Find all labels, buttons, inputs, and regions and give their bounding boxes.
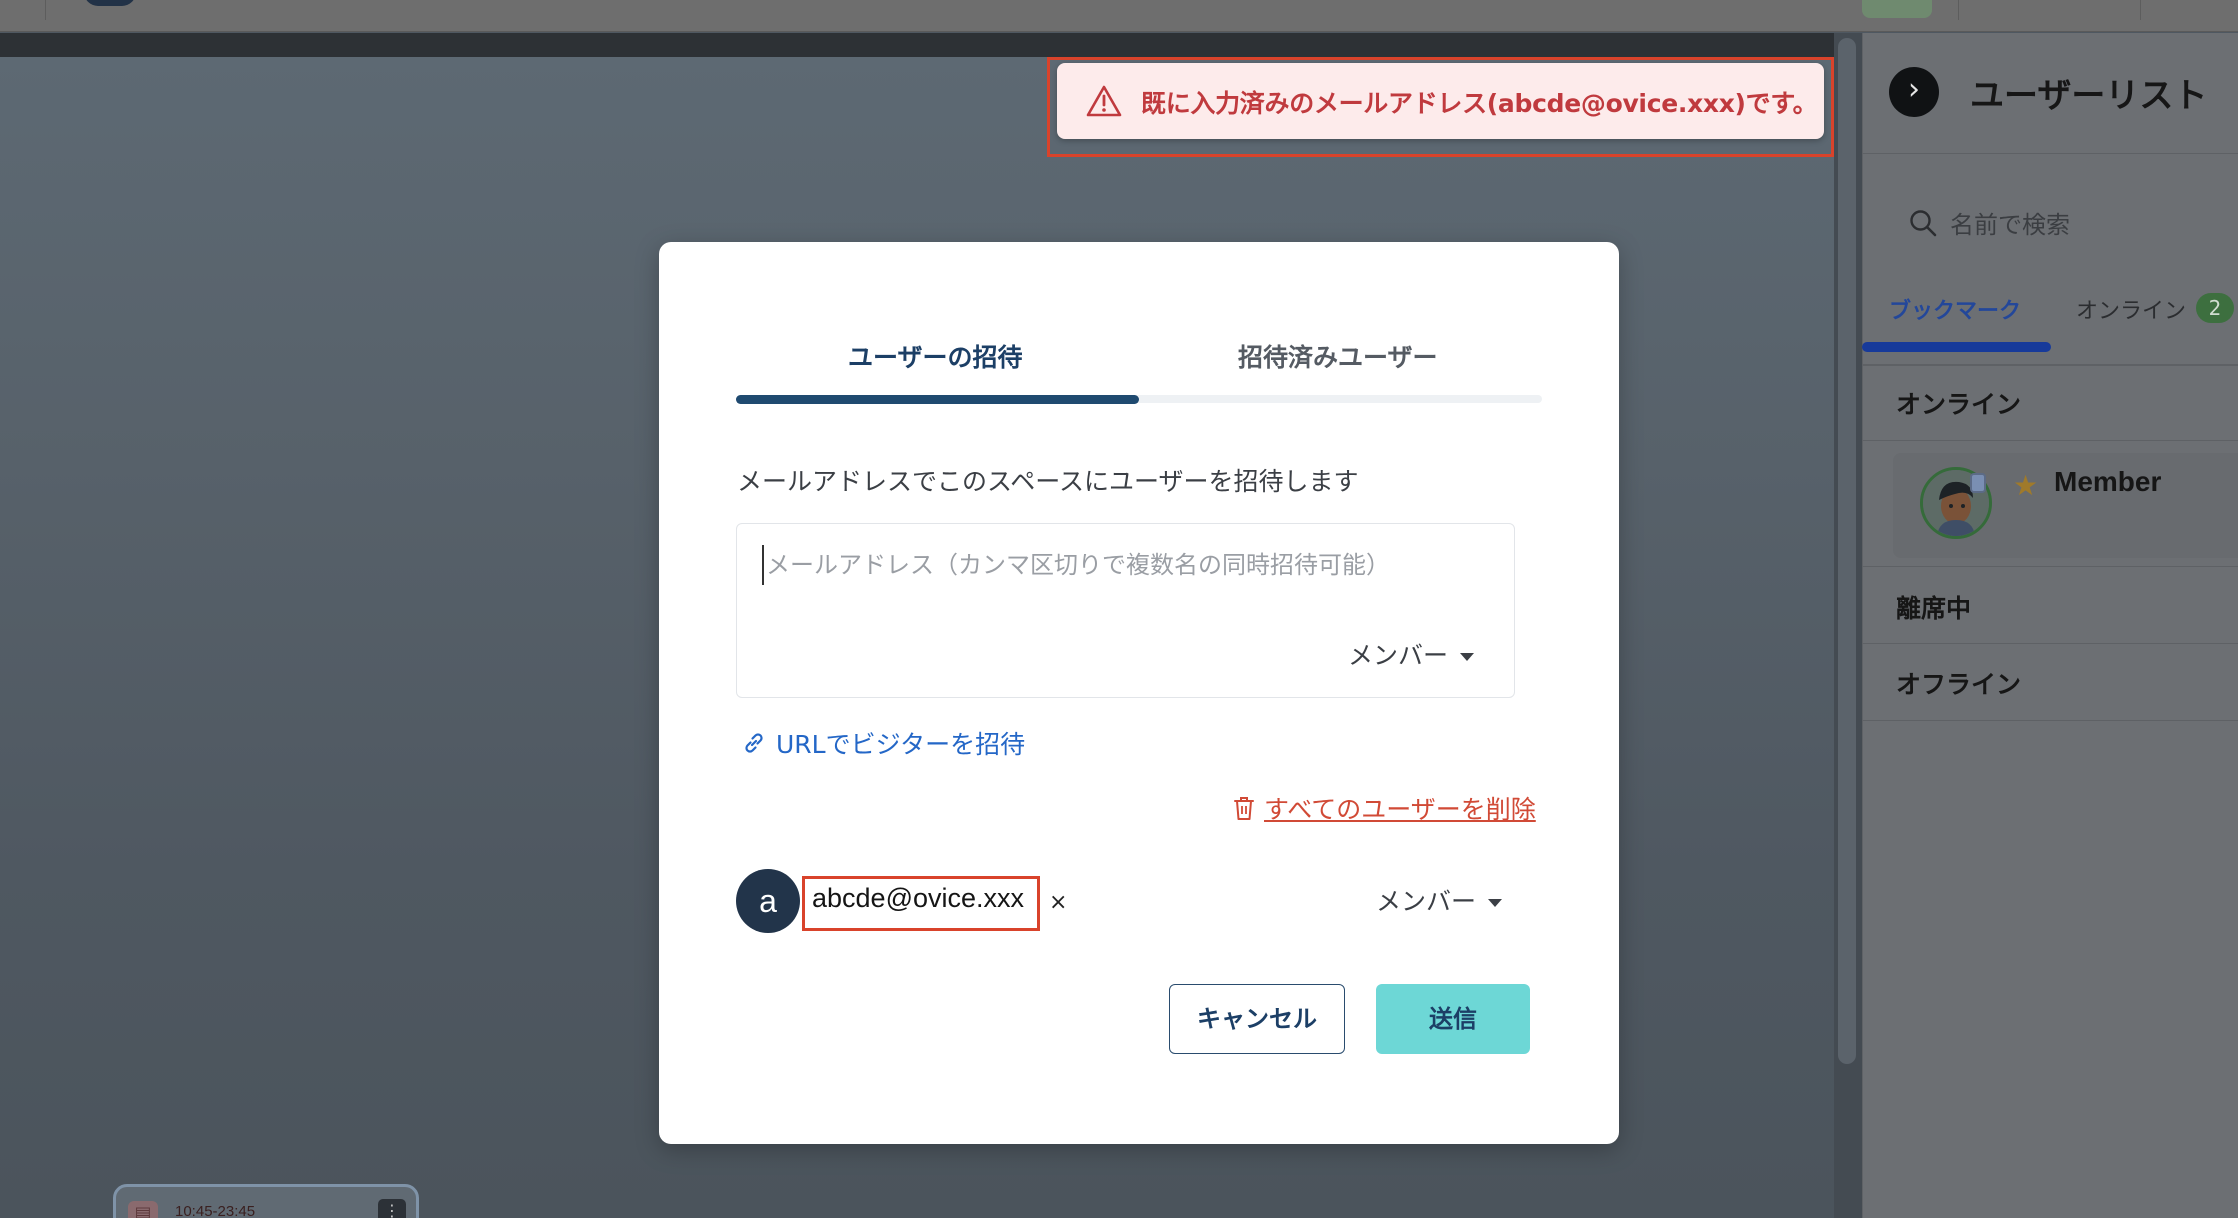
error-toast: 既に入力済みのメールアドレス(abcde@ovice.xxx)です。 <box>1057 63 1824 139</box>
space-header-strip <box>0 33 1834 57</box>
toast-message: 既に入力済みのメールアドレス(abcde@ovice.xxx)です。 <box>1141 89 1818 118</box>
star-icon[interactable]: ★ <box>2013 469 2038 502</box>
caret-down-icon <box>1460 653 1475 661</box>
panel-title: ユーザーリスト <box>1970 76 2208 116</box>
user-search-input[interactable] <box>1950 205 2220 245</box>
caret-down-icon <box>1488 899 1503 907</box>
section-away[interactable]: 離席中 <box>1896 589 1971 625</box>
search-icon <box>1910 210 1937 237</box>
close-icon[interactable]: × <box>1049 890 1067 915</box>
tab-invite-users[interactable]: ユーザーの招待 <box>848 338 1023 374</box>
collapse-panel-button[interactable]: › <box>1889 67 1939 117</box>
schedule-menu-button[interactable]: ⋮ <box>378 1199 406 1218</box>
role-select-value: メンバー <box>1348 641 1449 670</box>
schedule-time: 10:45-23:45 <box>175 1203 256 1218</box>
warning-icon <box>1086 85 1122 117</box>
tab-bookmark[interactable]: ブックマーク <box>1889 293 2021 325</box>
delete-all-users-link[interactable]: すべてのユーザーを削除 <box>1264 790 1536 826</box>
divider <box>1862 364 2238 366</box>
section-online[interactable]: オンライン <box>1896 385 2021 421</box>
divider <box>1862 566 2238 567</box>
toolbar-divider <box>45 0 46 20</box>
email-field[interactable] <box>762 545 1492 585</box>
divider <box>1862 643 2238 644</box>
section-offline[interactable]: オフライン <box>1896 665 2021 701</box>
top-toolbar <box>0 0 2238 32</box>
divider <box>1862 440 2238 441</box>
role-select[interactable]: メンバー <box>1348 636 1475 672</box>
active-tab-indicator <box>736 395 1139 404</box>
invitee-email: abcde@ovice.xxx <box>812 883 1025 913</box>
active-tab-indicator <box>1862 342 2051 352</box>
toolbar-divider <box>2140 0 2141 20</box>
device-icon <box>1970 473 1986 493</box>
tab-online[interactable]: オンライン <box>2076 293 2186 325</box>
canvas-scrollbar-thumb[interactable] <box>1838 38 1856 1064</box>
divider <box>1862 720 2238 721</box>
online-count-badge: 2 <box>2196 293 2234 323</box>
toolbar-status-button[interactable] <box>1862 0 1932 18</box>
app-logo[interactable] <box>84 0 136 6</box>
invite-visitor-url-link[interactable]: URLでビジターを招待 <box>776 725 1025 761</box>
cancel-button[interactable]: キャンセル <box>1169 984 1345 1054</box>
role-select-value: メンバー <box>1376 887 1477 916</box>
invite-description: メールアドレスでこのスペースにユーザーを招待します <box>737 467 1359 496</box>
submit-button[interactable]: 送信 <box>1376 984 1530 1054</box>
avatar: a <box>736 869 800 933</box>
invitee-role-select[interactable]: メンバー <box>1376 882 1503 918</box>
link-icon <box>745 733 763 753</box>
user-name: Member <box>2054 466 2162 497</box>
calendar-icon: ▤ <box>128 1201 158 1218</box>
toolbar-divider <box>1958 0 1959 20</box>
trash-icon <box>1234 797 1254 820</box>
schedule-card[interactable]: ▤ 10:45-23:45 ⋮ <box>113 1184 419 1218</box>
divider <box>1862 153 2238 154</box>
tab-invited-users[interactable]: 招待済みユーザー <box>1238 338 1438 374</box>
